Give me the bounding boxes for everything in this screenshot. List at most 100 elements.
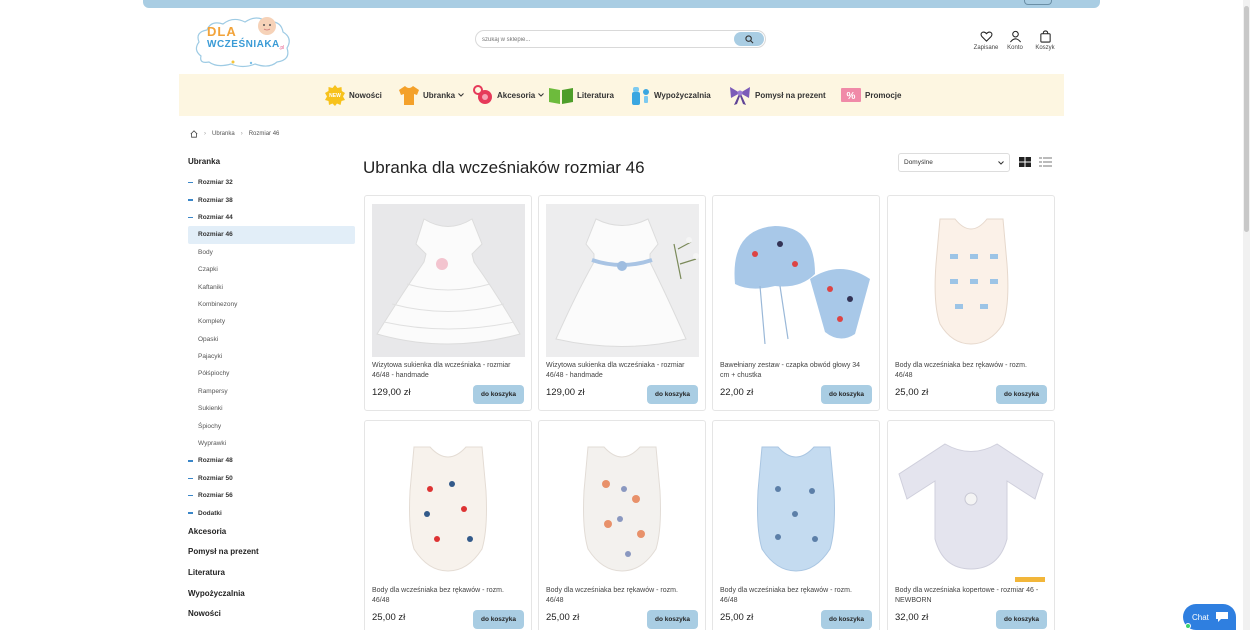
sidebar-subitem[interactable]: Opaski — [188, 331, 355, 348]
dash-icon — [188, 181, 193, 184]
sidebar-category[interactable]: Pomysł na prezent — [188, 542, 355, 563]
hat-set-illustration — [734, 226, 870, 345]
search-icon — [744, 34, 753, 43]
add-to-cart-button[interactable]: do koszyka — [821, 610, 872, 629]
nav-item-pomysl-na-prezent[interactable]: Pomysł na prezent — [728, 74, 826, 116]
dash-icon — [188, 477, 193, 480]
product-name[interactable]: Body dla wcześniaka kopertowe - rozmiar … — [895, 586, 1040, 606]
product-image-body[interactable] — [720, 429, 873, 582]
add-to-cart-button[interactable]: do koszyka — [821, 385, 872, 404]
sidebar-category[interactable]: Akcesoria — [188, 522, 355, 543]
online-status-dot — [1185, 623, 1191, 629]
sidebar-item-label: Rozmiar 32 — [198, 179, 233, 187]
logo-tld: .pl — [279, 45, 285, 51]
sidebar-item-rozmiar-44[interactable]: Rozmiar 44 — [188, 209, 355, 226]
search-input[interactable] — [482, 33, 732, 46]
product-card[interactable]: Body dla wcześniaka bez rękawów - rozm. … — [887, 195, 1055, 411]
user-icon — [1009, 30, 1021, 43]
sidebar-subitem[interactable]: Komplety — [188, 313, 355, 330]
scrollbar-thumb[interactable] — [1244, 6, 1249, 232]
add-to-cart-button[interactable]: do koszyka — [996, 385, 1047, 404]
nav-label: Ubranka — [423, 90, 456, 100]
product-card[interactable]: Body dla wcześniaka bez rękawów - rozm. … — [712, 420, 880, 630]
sidebar-item-rozmiar-50[interactable]: Rozmiar 50 — [188, 470, 355, 487]
sidebar-subitem[interactable]: Pajacyki — [188, 348, 355, 365]
product-image-body[interactable] — [372, 429, 525, 582]
sidebar-subitem[interactable]: Śpiochy — [188, 417, 355, 434]
product-card[interactable]: Wizytowa sukienka dla wcześniaka - rozmi… — [538, 195, 706, 411]
product-name[interactable]: Body dla wcześniaka bez rękawów - rozm. … — [372, 586, 517, 606]
sidebar-subitem[interactable]: Body — [188, 244, 355, 261]
page-title: Ubranka dla wcześniaków rozmiar 46 — [363, 158, 645, 177]
product-name[interactable]: Wizytowa sukienka dla wcześniaka - rozmi… — [546, 361, 691, 381]
product-name[interactable]: Body dla wcześniaka bez rękawów - rozm. … — [895, 361, 1040, 381]
scrollbar[interactable] — [1243, 0, 1250, 630]
list-view-icon[interactable] — [1039, 157, 1052, 167]
home-icon[interactable] — [190, 130, 198, 138]
product-image-dress[interactable] — [372, 204, 525, 357]
product-card[interactable]: Bawełniany zestaw - czapka obwód głowy 3… — [712, 195, 880, 411]
product-price: 25,00 zł — [895, 387, 929, 398]
product-image-body-long-sleeve[interactable] — [895, 429, 1048, 582]
cart-button[interactable]: Koszyk — [1031, 30, 1059, 60]
chat-bubble-icon — [1215, 612, 1228, 622]
sidebar-item-rozmiar-56[interactable]: Rozmiar 56 — [188, 487, 355, 504]
sidebar-item-rozmiar-38[interactable]: Rozmiar 38 — [188, 191, 355, 208]
sidebar-subitem[interactable]: Wyprawki — [188, 435, 355, 452]
account-button[interactable]: Konto — [1001, 30, 1029, 60]
saved-button[interactable]: Zapisane — [972, 30, 1000, 60]
chevron-down-icon — [538, 93, 545, 97]
grid-view-icon[interactable] — [1019, 157, 1031, 167]
nav-item-ubranka[interactable]: Ubranka — [398, 74, 464, 116]
product-card[interactable]: Body dla wcześniaka bez rękawów - rozm. … — [538, 420, 706, 630]
dress-illustration — [376, 218, 521, 345]
sidebar-subitem[interactable]: Czapki — [188, 261, 355, 278]
add-to-cart-button[interactable]: do koszyka — [647, 385, 698, 404]
sidebar-subitem[interactable]: Półśpiochy — [188, 365, 355, 382]
body-illustration — [583, 446, 661, 572]
logo[interactable]: DLA WCZEŚNIAKA .pl — [193, 12, 293, 69]
product-image-dress[interactable] — [546, 204, 699, 357]
product-name[interactable]: Body dla wcześniaka bez rękawów - rozm. … — [546, 586, 691, 606]
nav-item-promocje[interactable]: % Promocje — [840, 74, 901, 116]
sidebar-subitem[interactable]: Kaftaniki — [188, 278, 355, 295]
nav-item-literatura[interactable]: Literatura — [548, 74, 614, 116]
breadcrumb-link[interactable]: Ubranka — [212, 131, 235, 137]
sidebar-item-rozmiar-46-active[interactable]: Rozmiar 46 — [188, 226, 355, 244]
sidebar-subitem[interactable]: Sukienki — [188, 400, 355, 417]
sidebar-heading[interactable]: Ubranka — [188, 154, 355, 174]
nav-item-akcesoria[interactable]: Akcesoria — [472, 74, 545, 116]
search-button[interactable] — [734, 32, 764, 46]
product-image-hat-set[interactable] — [720, 204, 873, 357]
nav-item-nowosci[interactable]: NEW Nowości — [324, 74, 382, 116]
nav-item-wypozyczalnia[interactable]: Wypożyczalnia — [629, 74, 711, 116]
topbar-button[interactable] — [1024, 0, 1052, 5]
add-to-cart-button[interactable]: do koszyka — [473, 385, 524, 404]
sidebar-item-rozmiar-32[interactable]: Rozmiar 32 — [188, 174, 355, 191]
sidebar-item-rozmiar-48[interactable]: Rozmiar 48 — [188, 452, 355, 469]
sidebar-subitem[interactable]: Rampersy — [188, 383, 355, 400]
sidebar-category[interactable]: Nowości — [188, 604, 355, 625]
product-image-body[interactable] — [546, 429, 699, 582]
sidebar-subitem[interactable]: Kombinezony — [188, 296, 355, 313]
nav-label: Wypożyczalnia — [654, 90, 711, 100]
sidebar-category[interactable]: Wypożyczalnia — [188, 584, 355, 605]
saved-label: Zapisane — [973, 45, 999, 51]
product-image-body[interactable] — [895, 204, 1048, 357]
sidebar-category[interactable]: Literatura — [188, 563, 355, 584]
product-card[interactable]: Wizytowa sukienka dla wcześniaka - rozmi… — [364, 195, 532, 411]
product-name[interactable]: Body dla wcześniaka bez rękawów - rozm. … — [720, 586, 865, 606]
add-to-cart-button[interactable]: do koszyka — [996, 610, 1047, 629]
product-card[interactable]: Body dla wcześniaka bez rękawów - rozm. … — [364, 420, 532, 630]
logo-text-bottom: WCZEŚNIAKA — [207, 39, 280, 50]
chat-widget-button[interactable]: Chat — [1183, 604, 1236, 630]
add-to-cart-button[interactable]: do koszyka — [647, 610, 698, 629]
product-name[interactable]: Wizytowa sukienka dla wcześniaka - rozmi… — [372, 361, 517, 381]
sort-select[interactable]: Domyślne — [898, 153, 1010, 172]
sidebar-item-dodatki[interactable]: Dodatki — [188, 504, 355, 521]
add-to-cart-button[interactable]: do koszyka — [473, 610, 524, 629]
main-nav: NEW Nowości Ubranka Akcesoria Literatura… — [179, 74, 1064, 116]
book-icon — [549, 88, 573, 104]
product-card[interactable]: Body dla wcześniaka kopertowe - rozmiar … — [887, 420, 1055, 630]
product-name[interactable]: Bawełniany zestaw - czapka obwód głowy 3… — [720, 361, 865, 381]
